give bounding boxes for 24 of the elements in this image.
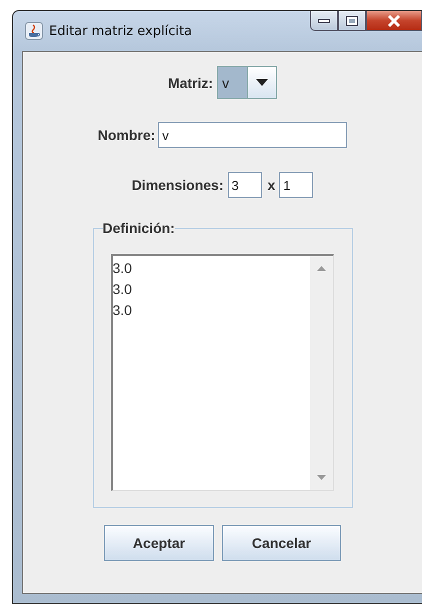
definition-text-area[interactable]: 3.0 3.0 3.0 — [110, 254, 334, 491]
close-icon — [387, 14, 401, 26]
definition-legend: Definición: — [102, 220, 175, 236]
dropdown-arrow-icon — [256, 79, 268, 86]
maximize-button[interactable] — [338, 11, 366, 31]
window-title: Editar matriz explícita — [49, 24, 192, 38]
close-button[interactable] — [366, 11, 422, 31]
matrix-value: 3.0 — [112, 301, 133, 320]
dimensions-label: Dimensiones: — [132, 177, 224, 193]
accept-button[interactable]: Aceptar — [104, 525, 214, 561]
rows-field[interactable]: 3 — [228, 172, 262, 198]
java-cup-icon — [25, 22, 43, 40]
name-label: Nombre: — [98, 127, 156, 143]
name-field[interactable]: v — [158, 122, 348, 148]
minimize-icon — [318, 18, 330, 24]
cancel-button[interactable]: Cancelar — [222, 525, 341, 561]
columns-field[interactable]: 1 — [279, 172, 314, 198]
times-label: x — [268, 177, 276, 193]
matrix-value: 3.0 — [112, 280, 133, 299]
minimize-button[interactable] — [310, 11, 338, 31]
matrix-label: Matriz: — [168, 74, 214, 90]
maximize-icon — [346, 16, 358, 26]
matrix-value: 3.0 — [112, 259, 133, 278]
matrix-dropdown[interactable]: v — [217, 66, 278, 99]
